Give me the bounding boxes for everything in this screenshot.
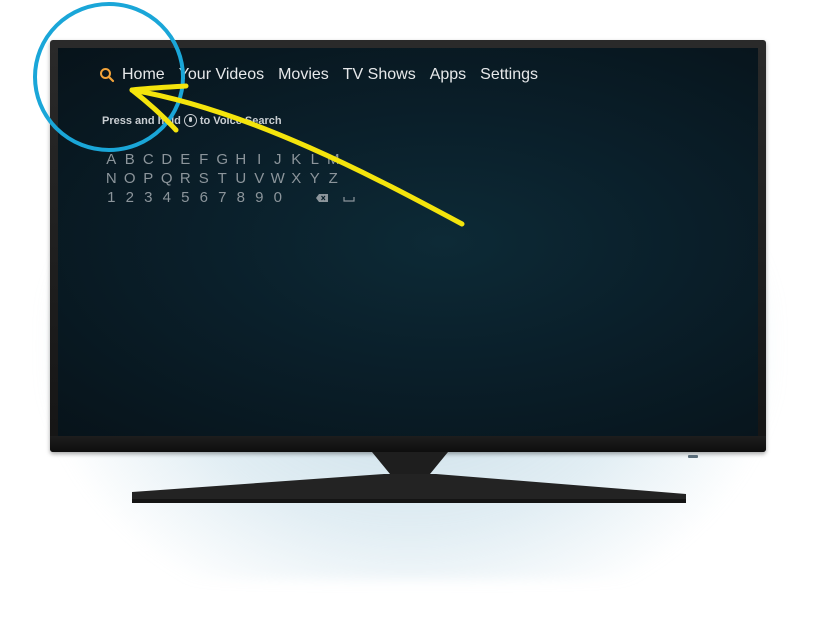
nav-item-apps[interactable]: Apps [430,66,466,84]
key-u[interactable]: U [232,170,251,187]
voice-search-hint: Press and hold to Voice Search [102,114,282,127]
key-y[interactable]: Y [306,170,325,187]
key-a[interactable]: A [102,151,121,168]
key-i[interactable]: I [250,151,269,168]
keyboard-row-2: N O P Q R S T U V W X Y Z [102,169,355,188]
key-q[interactable]: Q [158,170,177,187]
top-nav: Home Your Videos Movies TV Shows Apps Se… [98,64,552,86]
voice-hint-prefix: Press and hold [102,114,181,127]
nav-item-home[interactable]: Home [122,66,165,84]
key-b[interactable]: B [121,151,140,168]
nav-item-settings[interactable]: Settings [480,66,538,84]
key-0[interactable]: 0 [269,189,288,206]
keyboard-row-1: A B C D E F G H I J K L M [102,150,355,169]
key-8[interactable]: 8 [232,189,251,206]
key-v[interactable]: V [250,170,269,187]
key-m[interactable]: M [324,151,343,168]
key-s[interactable]: S [195,170,214,187]
nav-item-your-videos[interactable]: Your Videos [179,66,264,84]
backspace-icon[interactable] [315,193,329,203]
key-d[interactable]: D [158,151,177,168]
key-p[interactable]: P [139,170,158,187]
key-2[interactable]: 2 [121,189,140,206]
key-4[interactable]: 4 [158,189,177,206]
key-7[interactable]: 7 [213,189,232,206]
key-j[interactable]: J [269,151,288,168]
key-c[interactable]: C [139,151,158,168]
key-3[interactable]: 3 [139,189,158,206]
key-f[interactable]: F [195,151,214,168]
key-l[interactable]: L [306,151,325,168]
nav-item-movies[interactable]: Movies [278,66,329,84]
space-icon[interactable] [343,193,355,203]
key-1[interactable]: 1 [102,189,121,206]
key-5[interactable]: 5 [176,189,195,206]
search-keyboard: A B C D E F G H I J K L M N O P Q R S T … [102,150,355,207]
key-w[interactable]: W [269,170,288,187]
tv-screen: Home Your Videos Movies TV Shows Apps Se… [58,48,758,436]
microphone-icon [183,114,197,127]
voice-hint-suffix: to Voice Search [199,114,282,127]
key-h[interactable]: H [232,151,251,168]
key-x[interactable]: X [287,170,306,187]
key-t[interactable]: T [213,170,232,187]
keyboard-row-3: 1 2 3 4 5 6 7 8 9 0 [102,188,355,207]
key-9[interactable]: 9 [250,189,269,206]
key-6[interactable]: 6 [195,189,214,206]
search-icon[interactable] [98,66,116,84]
key-k[interactable]: K [287,151,306,168]
key-g[interactable]: G [213,151,232,168]
key-e[interactable]: E [176,151,195,168]
key-z[interactable]: Z [324,170,343,187]
key-n[interactable]: N [102,170,121,187]
nav-item-tv-shows[interactable]: TV Shows [343,66,416,84]
key-o[interactable]: O [121,170,140,187]
key-r[interactable]: R [176,170,195,187]
